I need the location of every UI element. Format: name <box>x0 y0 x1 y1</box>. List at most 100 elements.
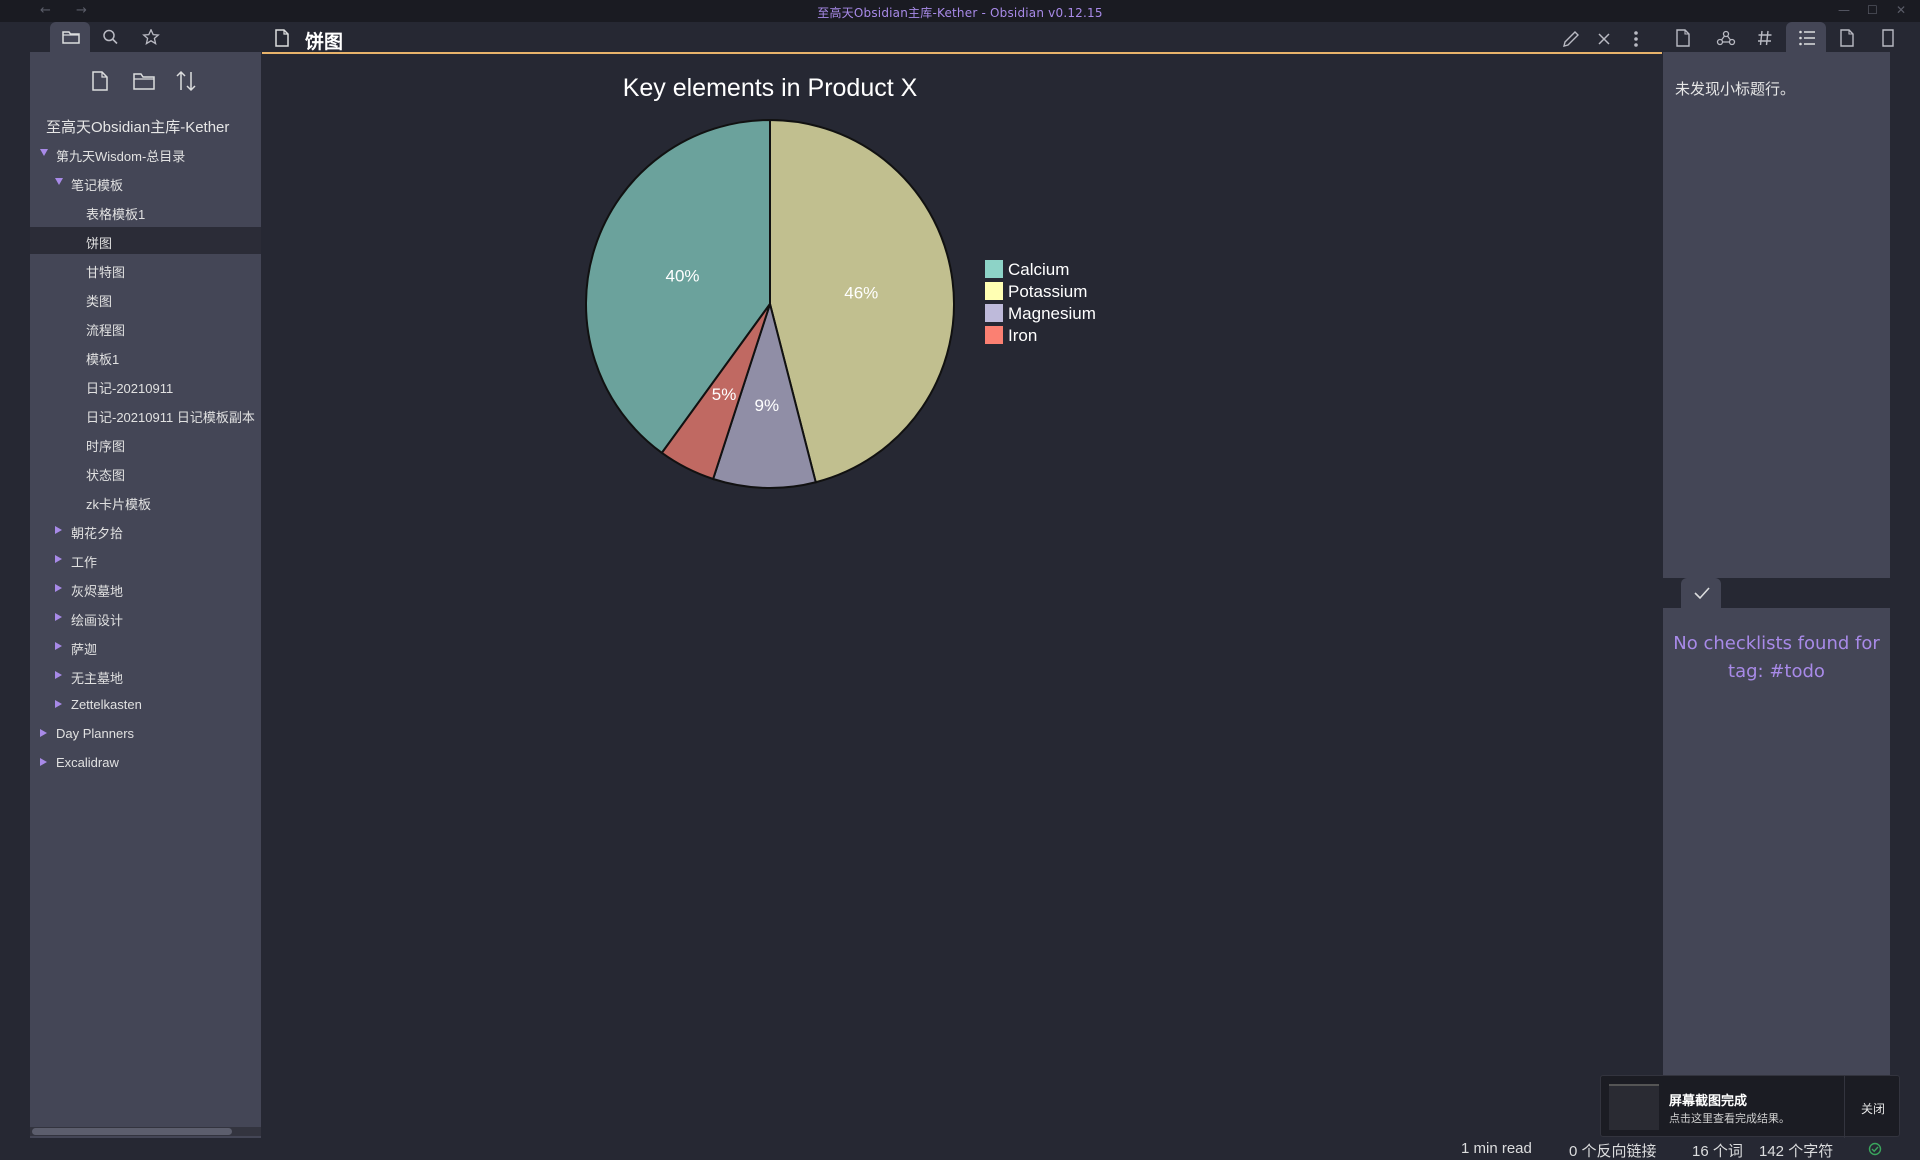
tree-item-label: 朝花夕拾 <box>71 526 124 541</box>
tree-folder-item[interactable]: 笔记模板 <box>30 169 261 196</box>
tree-folder-item[interactable]: 萨迦 <box>30 633 261 660</box>
expand-arrow-icon[interactable] <box>55 526 62 534</box>
legend-label-magnesium: Magnesium <box>1008 304 1096 323</box>
tree-item-label: 工作 <box>71 555 98 570</box>
tree-file-item[interactable]: zk卡片模板 <box>30 488 261 515</box>
tree-item-label: 时序图 <box>86 439 126 454</box>
file-icon <box>1676 29 1690 47</box>
more-options-button[interactable] <box>1628 29 1648 49</box>
notification-subtitle[interactable]: 点击这里查看完成结果。 <box>1669 1110 1790 1126</box>
new-folder-icon <box>133 73 155 90</box>
tree-item-label: Excalidraw <box>56 755 119 770</box>
tree-item-label: 日记-20210911 日记模板副本 <box>86 410 255 425</box>
expand-arrow-icon[interactable] <box>40 729 47 737</box>
screenshot-notification[interactable]: 屏幕截图完成 点击这里查看完成结果。 关闭 <box>1600 1075 1900 1138</box>
tree-folder-item[interactable]: 无主墓地 <box>30 662 261 689</box>
tree-folder-item[interactable]: 灰烬墓地 <box>30 575 261 602</box>
tree-file-item[interactable]: 时序图 <box>30 430 261 457</box>
edit-button[interactable] <box>1561 29 1581 49</box>
tree-file-item[interactable]: 日记-20210911 日记模板副本 <box>30 401 261 428</box>
close-note-button[interactable] <box>1594 29 1614 49</box>
tree-folder-item[interactable]: 第九天Wisdom-总目录 <box>30 140 261 167</box>
tab-starred[interactable] <box>130 22 170 52</box>
more-options-icon <box>1634 31 1638 47</box>
tab-search[interactable] <box>90 22 130 52</box>
new-note-icon <box>92 71 108 91</box>
outline-pane: 未发现小标题行。 <box>1663 52 1890 578</box>
tree-item-label: Zettelkasten <box>71 697 142 712</box>
tab-backlinks[interactable] <box>1663 22 1703 52</box>
window-title: 至高天Obsidian主库-Kether - Obsidian v0.12.15 <box>817 6 1103 20</box>
expand-arrow-icon[interactable] <box>40 758 47 766</box>
tree-file-item[interactable]: 流程图 <box>30 314 261 341</box>
status-bar: 1 min read 0 个反向链接 16 个词 142 个字符 <box>0 1138 1920 1160</box>
tree-folder-item[interactable]: 绘画设计 <box>30 604 261 631</box>
window-close-button[interactable]: ✕ <box>1896 3 1906 17</box>
pie-label-calcium: 40% <box>665 267 699 286</box>
minimize-button[interactable]: — <box>1838 3 1850 17</box>
right-sidebar: 未发现小标题行。 No checklists found for tag: #t… <box>1663 22 1920 1138</box>
expand-arrow-icon[interactable] <box>55 642 62 650</box>
notification-close-button[interactable]: 关闭 <box>1861 1100 1885 1117</box>
pie-label-potassium: 46% <box>844 283 878 302</box>
tab-file-explorer[interactable] <box>50 22 90 52</box>
tree-file-item[interactable]: 日记-20210911 <box>30 372 261 399</box>
tree-item-label: 甘特图 <box>86 265 126 280</box>
tree-item-label: zk卡片模板 <box>86 497 152 512</box>
maximize-button[interactable]: ☐ <box>1867 3 1878 17</box>
tab-tags[interactable] <box>1745 22 1785 52</box>
star-icon <box>142 29 160 45</box>
file-icon <box>1840 29 1854 47</box>
new-folder-button[interactable] <box>132 70 156 94</box>
sidebar-scrollbar[interactable] <box>30 1127 261 1136</box>
tag-icon <box>1758 30 1772 46</box>
tree-item-label: 灰烬墓地 <box>71 584 124 599</box>
tree-item-label: 表格模板1 <box>86 207 146 222</box>
expand-arrow-icon[interactable] <box>55 613 62 621</box>
tab-bookmark[interactable] <box>1868 22 1908 52</box>
legend-swatch-potassium <box>985 282 1003 300</box>
tree-folder-item[interactable]: Zettelkasten <box>30 691 261 718</box>
tab-checklist[interactable] <box>1681 578 1721 608</box>
legend-label-calcium: Calcium <box>1008 260 1069 279</box>
expand-arrow-icon[interactable] <box>55 555 62 563</box>
expand-arrow-icon[interactable] <box>55 671 62 679</box>
screenshot-thumbnail[interactable] <box>1609 1084 1659 1130</box>
tree-file-item[interactable]: 类图 <box>30 285 261 312</box>
tree-item-label: Day Planners <box>56 726 135 741</box>
new-note-button[interactable] <box>90 70 114 94</box>
tree-file-item[interactable]: 模板1 <box>30 343 261 370</box>
tree-folder-item[interactable]: Day Planners <box>30 720 261 747</box>
tree-file-item[interactable]: 状态图 <box>30 459 261 486</box>
left-sidebar: 至高天Obsidian主库-Kether 第九天Wisdom-总目录笔记模板表格… <box>30 22 261 1138</box>
folder-icon <box>62 31 80 44</box>
note-title[interactable]: 饼图 <box>305 27 343 54</box>
tab-graph[interactable] <box>1704 22 1744 52</box>
expand-arrow-icon[interactable] <box>55 700 62 708</box>
chart-title: Key elements in Product X <box>623 74 918 102</box>
collapse-arrow-icon[interactable] <box>40 149 48 156</box>
legend-swatch-iron <box>985 326 1003 344</box>
tree-item-label: 饼图 <box>86 236 113 251</box>
sort-button[interactable] <box>175 70 199 94</box>
collapse-arrow-icon[interactable] <box>55 178 63 185</box>
tree-file-item[interactable]: 甘特图 <box>30 256 261 283</box>
sync-check-icon[interactable] <box>1868 1142 1882 1156</box>
scrollbar-thumb[interactable] <box>32 1128 232 1135</box>
sort-icon <box>176 70 196 92</box>
tree-folder-item[interactable]: 工作 <box>30 546 261 573</box>
tab-outline[interactable] <box>1786 22 1826 52</box>
search-icon <box>103 29 118 45</box>
tree-item-label: 第九天Wisdom-总目录 <box>56 149 186 164</box>
vault-name[interactable]: 至高天Obsidian主库-Kether <box>46 116 229 137</box>
tree-file-item[interactable]: 表格模板1 <box>30 198 261 225</box>
tree-item-label: 无主墓地 <box>71 671 124 686</box>
view-header: 饼图 <box>262 22 1662 54</box>
tree-folder-item[interactable]: 朝花夕拾 <box>30 517 261 544</box>
backlink-count[interactable]: 0 个反向链接 <box>1569 1140 1657 1160</box>
tab-file-info[interactable] <box>1827 22 1867 52</box>
pie-label-magnesium: 9% <box>755 396 780 415</box>
expand-arrow-icon[interactable] <box>55 584 62 592</box>
tree-file-item[interactable]: 饼图 <box>30 227 261 254</box>
tree-folder-item[interactable]: Excalidraw <box>30 749 261 776</box>
